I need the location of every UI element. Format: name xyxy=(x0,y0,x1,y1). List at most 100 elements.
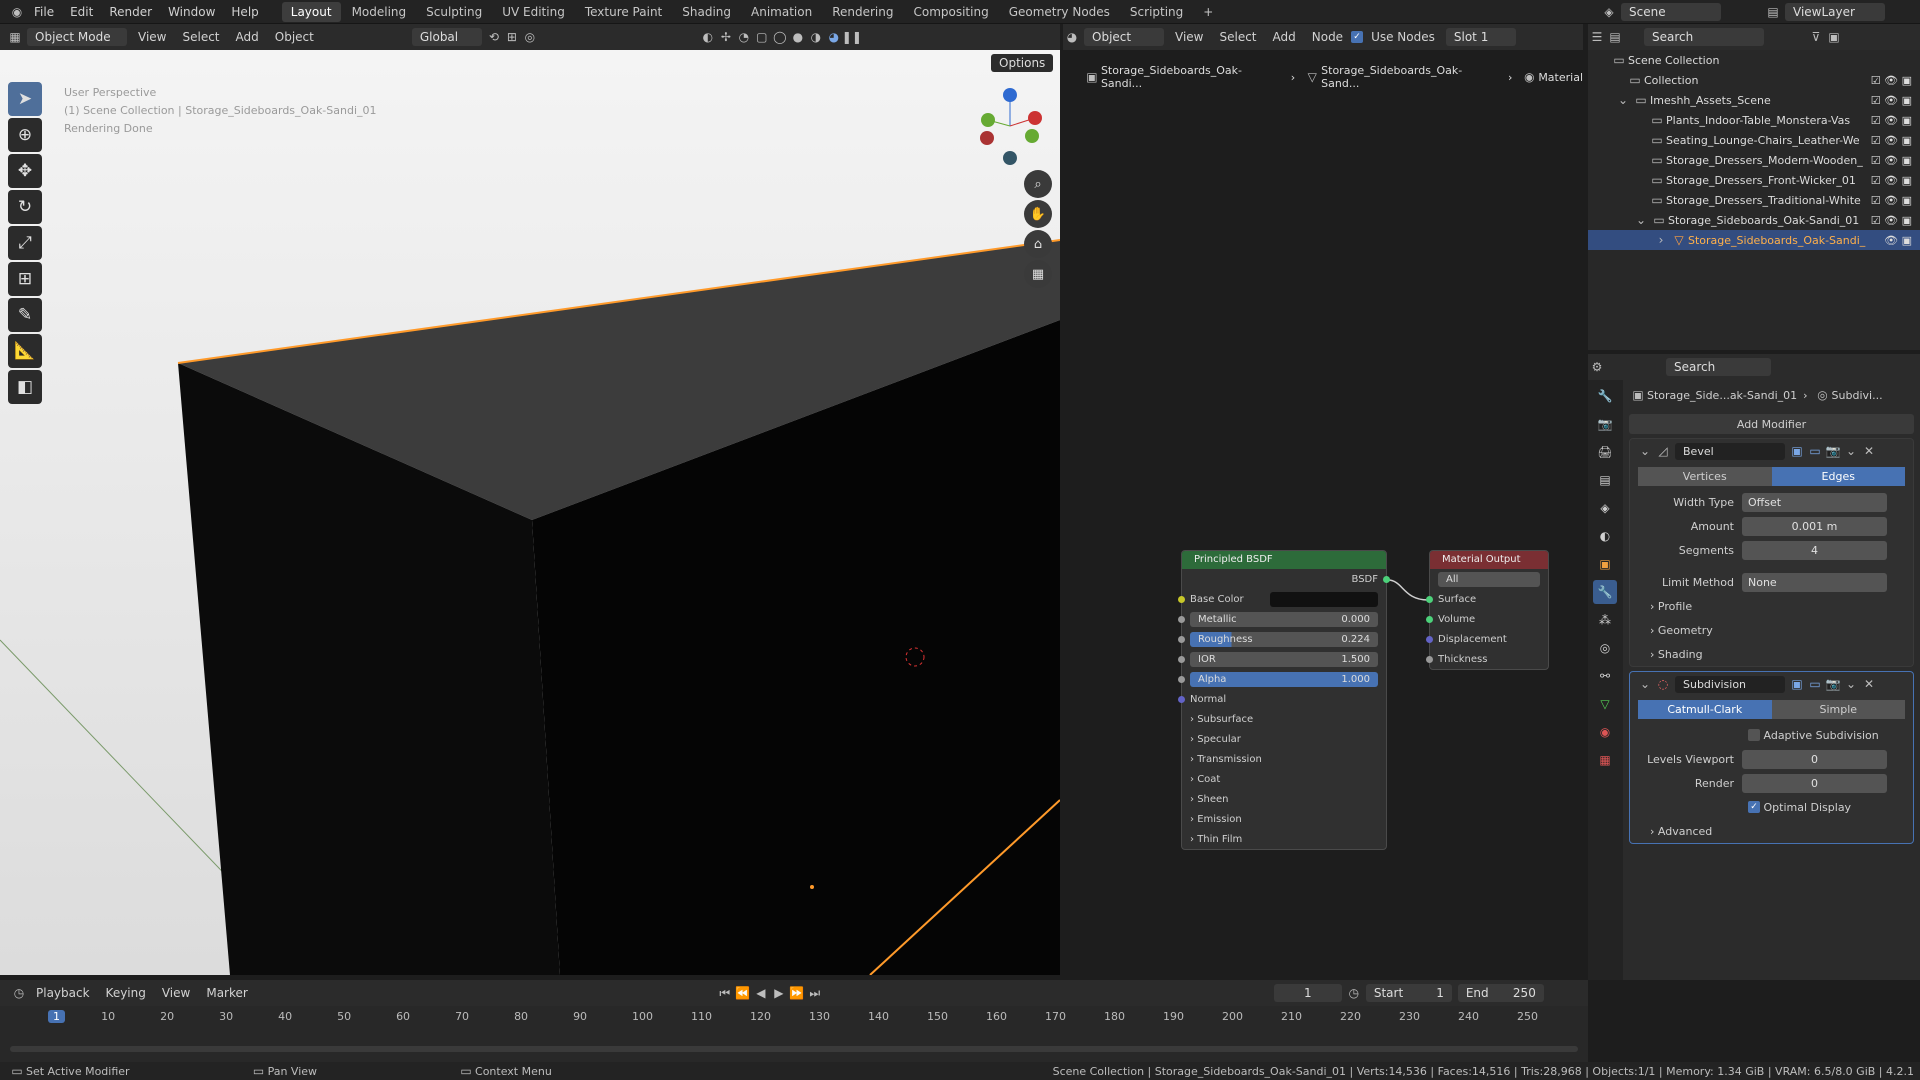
navigation-gizmo[interactable] xyxy=(975,86,1045,166)
material-tab-icon[interactable]: ◉ xyxy=(1593,720,1617,744)
render-toggle-icon[interactable]: 📷 xyxy=(1824,442,1842,460)
outliner-collection[interactable]: ▭ Collection ☑ 👁 ▣ xyxy=(1588,70,1920,90)
rotate-tool-icon[interactable]: ↻ xyxy=(8,190,42,224)
add-modifier-button[interactable]: Add Modifier xyxy=(1629,414,1914,434)
zoom-icon[interactable]: ⌕ xyxy=(1024,170,1052,198)
collapse-icon[interactable]: ⌄ xyxy=(1636,442,1654,460)
proportional-edit-icon[interactable]: ◎ xyxy=(521,28,539,46)
view-layer-tab-icon[interactable]: ▤ xyxy=(1593,468,1617,492)
tab-layout[interactable]: Layout xyxy=(281,1,341,22)
node-menu-node[interactable]: Node xyxy=(1304,30,1351,44)
mode-selector[interactable]: Object Mode xyxy=(27,28,127,46)
tab-rendering[interactable]: Rendering xyxy=(823,2,902,22)
node-menu-view[interactable]: View xyxy=(1167,30,1211,44)
bevel-name-field[interactable]: Bevel xyxy=(1675,442,1785,460)
base-color-socket[interactable] xyxy=(1178,595,1185,603)
metallic-field[interactable]: Metallic 0.000 xyxy=(1190,611,1378,627)
remove-modifier-icon[interactable]: ✕ xyxy=(1860,442,1878,460)
outliner-item[interactable]: ▭ Seating_Lounge-Chairs_Leather-We ☑ 👁 ▣ xyxy=(1588,130,1920,150)
timeline-scrollbar[interactable] xyxy=(10,1046,1578,1052)
bsdf-output-socket[interactable] xyxy=(1383,575,1390,583)
clock-icon[interactable]: ◷ xyxy=(1345,984,1363,1002)
timeline[interactable]: ◷ Playback Keying View Marker ⏮ ⏪ ◀ ▶ ⏩ … xyxy=(0,980,1588,1062)
3d-viewport[interactable]: User Perspective (1) Scene Collection | … xyxy=(0,50,1060,975)
adaptive-checkbox[interactable] xyxy=(1748,729,1760,741)
properties-type-icon[interactable]: ⚙ xyxy=(1588,358,1606,376)
edges-tab[interactable]: Edges xyxy=(1771,467,1905,486)
timeline-view-menu[interactable]: View xyxy=(154,986,198,1000)
prev-key-icon[interactable]: ⏪ xyxy=(734,984,752,1002)
orientation-selector[interactable]: Global xyxy=(411,28,482,46)
outliner-type-icon[interactable]: ☰ xyxy=(1588,28,1606,46)
render-toggle-icon[interactable]: 📷 xyxy=(1824,675,1842,693)
editor-type-icon[interactable]: ▦ xyxy=(6,28,24,46)
play-icon[interactable]: ▶ xyxy=(770,984,788,1002)
base-color-swatch[interactable] xyxy=(1270,591,1378,607)
viewport-menu-select[interactable]: Select xyxy=(174,30,227,44)
new-collection-icon[interactable]: ▣ xyxy=(1825,28,1843,46)
menu-render[interactable]: Render xyxy=(101,0,160,24)
section-thin-film[interactable]: › Thin Film xyxy=(1182,829,1386,849)
play-reverse-icon[interactable]: ◀ xyxy=(752,984,770,1002)
simple-tab[interactable]: Simple xyxy=(1771,700,1905,719)
panel-shading[interactable]: › Shading xyxy=(1630,642,1913,666)
viewport-menu-view[interactable]: View xyxy=(130,30,174,44)
panel-geometry[interactable]: › Geometry xyxy=(1630,618,1913,642)
scale-tool-icon[interactable]: ⤢ xyxy=(8,226,42,260)
use-nodes-checkbox[interactable]: ✓ xyxy=(1351,31,1364,43)
output-tab-icon[interactable]: 🖨 xyxy=(1593,440,1617,464)
timeline-type-icon[interactable]: ◷ xyxy=(10,984,28,1002)
section-subsurface[interactable]: › Subsurface xyxy=(1182,709,1386,729)
tab-scripting[interactable]: Scripting xyxy=(1121,2,1192,22)
section-emission[interactable]: › Emission xyxy=(1182,809,1386,829)
panel-profile[interactable]: › Profile xyxy=(1630,594,1913,618)
outliner-selected-object[interactable]: › ▽ Storage_Sideboards_Oak-Sandi_ 👁 ▣ xyxy=(1588,230,1920,250)
outliner-search[interactable]: Search xyxy=(1644,28,1764,46)
limit-method-select[interactable]: None xyxy=(1742,572,1887,592)
shading-rendered-icon[interactable]: ◕ xyxy=(825,28,843,46)
menu-help[interactable]: Help xyxy=(223,0,266,24)
world-tab-icon[interactable]: ◐ xyxy=(1593,524,1617,548)
menu-edit[interactable]: Edit xyxy=(62,0,101,24)
shading-solid-icon[interactable]: ● xyxy=(789,28,807,46)
tab-texture-paint[interactable]: Texture Paint xyxy=(576,2,671,22)
outliner-item[interactable]: ⌄ ▭ Storage_Sideboards_Oak-Sandi_01 ☑ 👁 ▣ xyxy=(1588,210,1920,230)
remove-modifier-icon[interactable]: ✕ xyxy=(1860,675,1878,693)
roughness-field[interactable]: Roughness 0.224 xyxy=(1190,631,1378,647)
alpha-field[interactable]: Alpha 1.000 xyxy=(1190,671,1378,687)
outliner-item[interactable]: ▭ Storage_Dressers_Modern-Wooden_ ☑ 👁 ▣ xyxy=(1588,150,1920,170)
start-frame-field[interactable]: Start 1 xyxy=(1365,984,1452,1002)
segments-field[interactable]: 4 xyxy=(1742,540,1887,560)
constraints-tab-icon[interactable]: ⚯ xyxy=(1593,664,1617,688)
overlay-icon[interactable]: ◔ xyxy=(735,28,753,46)
tool-tab-icon[interactable]: 🔧 xyxy=(1593,384,1617,408)
transform-tool-icon[interactable]: ⊞ xyxy=(8,262,42,296)
outliner-item[interactable]: ▭ Plants_Indoor-Table_Monstera-Vas ☑ 👁 ▣ xyxy=(1588,110,1920,130)
display-mode-icon[interactable]: ▤ xyxy=(1606,28,1624,46)
move-tool-icon[interactable]: ✥ xyxy=(8,154,42,188)
current-frame-field[interactable]: 1 xyxy=(1273,984,1342,1002)
modifier-tab-icon[interactable]: 🔧 xyxy=(1593,580,1617,604)
shading-wireframe-icon[interactable]: ◯ xyxy=(771,28,789,46)
end-frame-field[interactable]: End 250 xyxy=(1457,984,1544,1002)
shader-type-selector[interactable]: Object xyxy=(1084,28,1164,46)
texture-tab-icon[interactable]: ▦ xyxy=(1593,748,1617,772)
xray-icon[interactable]: ▢ xyxy=(753,28,771,46)
tab-shading[interactable]: Shading xyxy=(673,2,740,22)
tab-geometry-nodes[interactable]: Geometry Nodes xyxy=(1000,2,1119,22)
keying-menu[interactable]: Keying xyxy=(98,986,154,1000)
marker-menu[interactable]: Marker xyxy=(198,986,255,1000)
panel-advanced[interactable]: › Advanced xyxy=(1630,819,1913,843)
viewlayer-selector[interactable]: ViewLayer xyxy=(1785,3,1885,21)
blender-logo-icon[interactable]: ◉ xyxy=(8,3,26,21)
next-key-icon[interactable]: ⏩ xyxy=(788,984,806,1002)
catmull-clark-tab[interactable]: Catmull-Clark xyxy=(1638,700,1772,719)
tab-modeling[interactable]: Modeling xyxy=(343,2,416,22)
node-editor-type-icon[interactable]: ◕ xyxy=(1063,28,1081,46)
width-type-select[interactable]: Offset xyxy=(1742,492,1887,512)
jump-end-icon[interactable]: ⏭ xyxy=(806,984,824,1002)
amount-field[interactable]: 0.001 m xyxy=(1742,516,1887,536)
optimal-display-checkbox[interactable]: ✓ xyxy=(1748,801,1760,813)
material-output-node[interactable]: Material Output All Surface Volume Displ… xyxy=(1426,550,1549,670)
menu-window[interactable]: Window xyxy=(160,0,223,24)
